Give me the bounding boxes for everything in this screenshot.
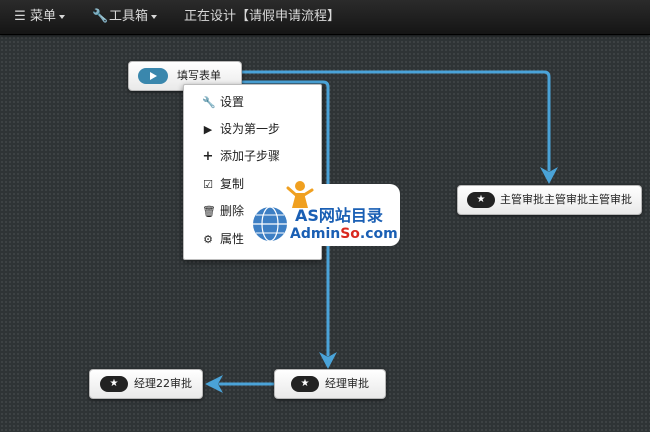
menu-item-label: 添加子步骤 bbox=[220, 149, 281, 163]
menu-item-label: 属性 bbox=[220, 232, 245, 246]
menu-item-add-substep[interactable]: + 添加子步骤 bbox=[184, 143, 321, 170]
star-icon: ★ bbox=[100, 376, 128, 392]
star-icon: ★ bbox=[291, 376, 319, 392]
wrench-icon: 🔧 bbox=[92, 9, 109, 24]
watermark-text-top: AS网站目录 bbox=[295, 206, 383, 225]
watermark-text-bottom: AdminSo.com bbox=[290, 226, 398, 242]
menu-item-label: 复制 bbox=[220, 177, 245, 191]
design-title: 正在设计【请假申请流程】 bbox=[184, 9, 341, 24]
caret-down-icon bbox=[59, 14, 66, 19]
node-manager-approval[interactable]: ★ 经理审批 bbox=[274, 369, 386, 399]
menu-item-label: 设置 bbox=[220, 95, 245, 109]
trash-icon: 🗑 bbox=[202, 205, 216, 218]
menu-dropdown[interactable]: ☰ 菜单 bbox=[13, 0, 66, 34]
toolbox-label: 工具箱 bbox=[109, 9, 149, 24]
plus-icon: + bbox=[202, 149, 214, 164]
watermark-logo: AS网站目录 AdminSo.com bbox=[250, 181, 400, 246]
menu-item-label: 设为第一步 bbox=[220, 122, 281, 136]
gear-icon: ⚙ bbox=[203, 233, 213, 246]
node-manager22-approval[interactable]: ★ 经理22审批 bbox=[89, 369, 203, 399]
play-icon bbox=[138, 68, 168, 84]
menu-item-set-first-step[interactable]: ▶ 设为第一步 bbox=[184, 116, 321, 143]
toolbox-dropdown[interactable]: 🔧工具箱 bbox=[92, 0, 158, 34]
globe-icon bbox=[253, 206, 287, 242]
list-icon: ☰ bbox=[14, 9, 26, 24]
play-icon: ▶ bbox=[203, 123, 213, 136]
menu-label: 菜单 bbox=[30, 9, 57, 24]
star-icon: ★ bbox=[467, 192, 495, 208]
menu-item-settings[interactable]: 🔧 设置 bbox=[184, 89, 321, 116]
node-label: 经理审批 bbox=[325, 377, 369, 390]
caret-down-icon bbox=[151, 14, 158, 19]
node-label: 主管审批主管审批主管审批 bbox=[500, 193, 632, 206]
menu-item-label: 删除 bbox=[220, 204, 245, 218]
node-label: 经理22审批 bbox=[134, 377, 192, 390]
node-supervisor-approval[interactable]: ★ 主管审批主管审批主管审批 bbox=[457, 185, 642, 215]
wrench-icon: 🔧 bbox=[202, 96, 216, 109]
checkbox-icon: ☑ bbox=[203, 178, 213, 191]
top-navbar: ☰ 菜单 🔧工具箱 正在设计【请假申请流程】 bbox=[0, 0, 650, 35]
